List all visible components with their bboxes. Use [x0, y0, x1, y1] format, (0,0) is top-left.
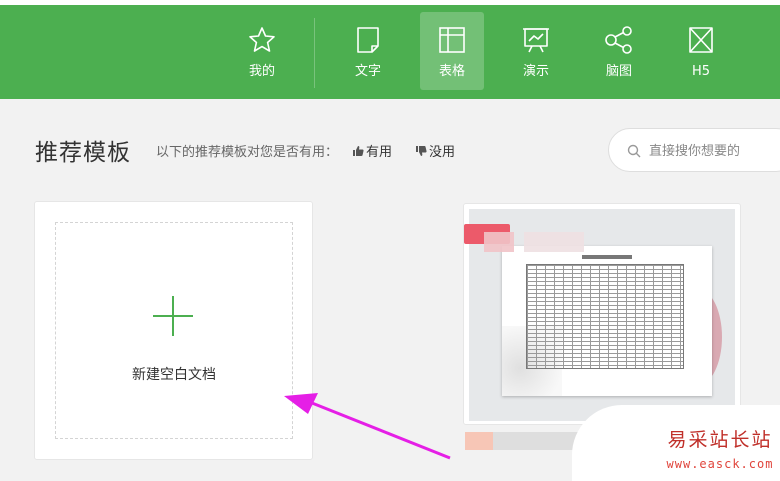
- useless-button[interactable]: 没用: [415, 141, 455, 160]
- thumbs-down-icon: [416, 146, 427, 156]
- new-blank-document-button[interactable]: 新建空白文档: [55, 222, 293, 439]
- useless-label: 没用: [429, 145, 456, 160]
- mindmap-icon: [605, 26, 632, 54]
- nav-label: 表格: [438, 64, 465, 79]
- nav-label: 脑图: [605, 64, 632, 79]
- search-input[interactable]: [649, 141, 779, 161]
- useful-label: 有用: [366, 145, 393, 160]
- nav-label: 演示: [522, 64, 549, 79]
- h5-icon: [689, 27, 713, 53]
- template-sheet-preview: [502, 246, 712, 396]
- nav-label: 文字: [354, 64, 381, 79]
- template-tag-text-blurred: [484, 232, 514, 252]
- nav-item-presentation[interactable]: 演示: [504, 12, 568, 90]
- template-tag-text-blurred: [524, 232, 584, 252]
- nav-item-mine[interactable]: 我的: [230, 12, 294, 90]
- nav-item-text[interactable]: 文字: [336, 12, 400, 90]
- document-icon: [357, 27, 379, 53]
- watermark-url: www.easck.com: [666, 457, 774, 471]
- template-table-grid: [526, 264, 684, 369]
- nav-item-spreadsheet[interactable]: 表格: [420, 12, 484, 90]
- template-sheet-heading: [582, 255, 632, 259]
- feedback-prompt: 以下的推荐模板对您是否有用：: [156, 145, 339, 160]
- template-search[interactable]: [608, 128, 780, 172]
- top-navigation-bar: 我的 文字 表格 演示 脑图 H5: [0, 0, 780, 99]
- arrow-shaft: [311, 401, 451, 460]
- template-card[interactable]: [463, 203, 741, 425]
- new-blank-document-label: 新建空白文档: [132, 367, 216, 383]
- useful-button[interactable]: 有用: [352, 141, 392, 160]
- plus-icon: [153, 296, 193, 336]
- nav-divider: [314, 18, 315, 88]
- spreadsheet-icon: [439, 27, 465, 53]
- nav-item-h5[interactable]: H5: [669, 12, 733, 90]
- watermark-text: 易采站长站: [667, 429, 773, 451]
- thumbs-up-icon: [353, 146, 364, 156]
- star-icon: [249, 27, 275, 52]
- new-blank-document-card: 新建空白文档: [34, 201, 313, 460]
- top-edge: [0, 0, 780, 5]
- nav-label: 我的: [248, 64, 275, 79]
- search-icon: [627, 144, 641, 158]
- nav-item-mindmap[interactable]: 脑图: [587, 12, 651, 90]
- nav-label: H5: [691, 64, 711, 79]
- section-title: 推荐模板: [35, 140, 131, 166]
- presentation-icon: [523, 28, 549, 53]
